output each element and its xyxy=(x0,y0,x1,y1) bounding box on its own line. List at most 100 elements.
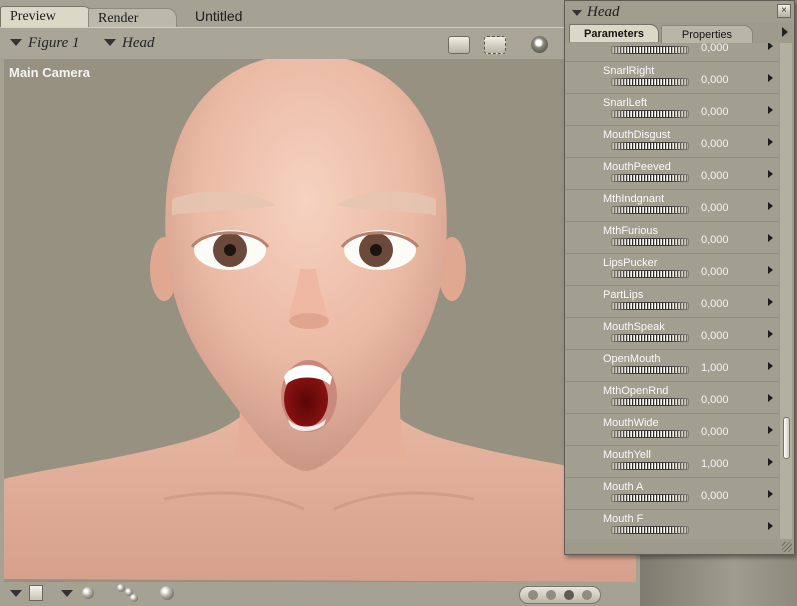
parameter-menu-arrow-icon[interactable] xyxy=(768,234,773,242)
parameter-menu-arrow-icon[interactable] xyxy=(768,426,773,434)
parameter-value[interactable]: 0,000 xyxy=(701,426,729,438)
dot-icon[interactable] xyxy=(546,590,556,600)
parameter-menu-arrow-icon[interactable] xyxy=(768,330,773,338)
resize-handle[interactable] xyxy=(782,542,792,552)
parameter-name: MthFurious xyxy=(603,225,659,237)
dot-icon[interactable] xyxy=(564,590,574,600)
parameter-value[interactable]: 1,000 xyxy=(701,458,729,470)
parameter-menu-arrow-icon[interactable] xyxy=(768,74,773,82)
triangle-down-icon[interactable] xyxy=(61,590,73,597)
panel-menu-arrow-icon[interactable] xyxy=(782,27,788,37)
parameter-dial[interactable] xyxy=(611,174,689,182)
parameter-name: MouthPeeved xyxy=(603,161,671,173)
scroll-thumb[interactable] xyxy=(783,417,790,459)
sphere-icon[interactable] xyxy=(82,587,94,599)
panel-title: Head xyxy=(587,4,620,20)
parameter-value[interactable]: 1,000 xyxy=(701,362,729,374)
parameter-dial[interactable] xyxy=(611,110,689,118)
parameter-value[interactable]: 0,000 xyxy=(701,266,729,278)
spheres-icon[interactable] xyxy=(117,584,139,602)
parameter-menu-arrow-icon[interactable] xyxy=(768,362,773,370)
parameter-dial[interactable] xyxy=(611,206,689,214)
parameter-menu-arrow-icon[interactable] xyxy=(768,170,773,178)
parameter-dial[interactable] xyxy=(611,494,689,502)
parameter-value[interactable]: 0,000 xyxy=(701,394,729,406)
parameter-dial[interactable] xyxy=(611,334,689,342)
parameter-name: MthIndgnant xyxy=(603,193,665,205)
parameter-value[interactable]: 0,000 xyxy=(701,43,729,54)
parameter-menu-arrow-icon[interactable] xyxy=(768,138,773,146)
parameter-value[interactable]: 0,000 xyxy=(701,202,729,214)
parameter-row: 0,000 xyxy=(565,43,779,62)
parameter-row: MthIndgnant 0,000 xyxy=(565,189,779,222)
parameter-dial[interactable] xyxy=(611,398,689,406)
parameter-menu-arrow-icon[interactable] xyxy=(768,202,773,210)
parameter-value[interactable]: 0,000 xyxy=(701,298,729,310)
parameter-value[interactable]: 0,000 xyxy=(701,234,729,246)
scrollbar[interactable] xyxy=(780,43,792,539)
parameter-menu-arrow-icon[interactable] xyxy=(768,106,773,114)
parameter-menu-arrow-icon[interactable] xyxy=(768,394,773,402)
parameter-name: Mouth F xyxy=(603,513,644,525)
document-icon[interactable] xyxy=(29,585,43,601)
panel-title-bar[interactable]: Head × xyxy=(565,1,794,23)
camera-icon[interactable] xyxy=(448,36,470,54)
parameter-row: MouthYell 1,000 xyxy=(565,445,779,478)
parameter-dial[interactable] xyxy=(611,302,689,310)
parameter-value[interactable]: 0,000 xyxy=(701,490,729,502)
document-title: Untitled xyxy=(195,8,243,24)
head-render xyxy=(4,59,636,582)
parameter-value[interactable]: 0,000 xyxy=(701,106,729,118)
parameter-menu-arrow-icon[interactable] xyxy=(768,522,773,530)
dot-icon[interactable] xyxy=(582,590,592,600)
lit-sphere-icon[interactable] xyxy=(160,586,174,600)
parameter-dial[interactable] xyxy=(611,526,689,534)
parameter-value[interactable]: 0,000 xyxy=(701,330,729,342)
parameter-dial[interactable] xyxy=(611,366,689,374)
parameter-dial[interactable] xyxy=(611,430,689,438)
body-part-selector-label: Head xyxy=(122,35,155,51)
parameter-name: MouthDisgust xyxy=(603,129,671,141)
parameter-value[interactable]: 0,000 xyxy=(701,170,729,182)
parameter-menu-arrow-icon[interactable] xyxy=(768,490,773,498)
parameter-dial[interactable] xyxy=(611,78,689,86)
parameter-dial[interactable] xyxy=(611,270,689,278)
parameter-dial[interactable] xyxy=(611,462,689,470)
panel-tabs: Parameters Properties xyxy=(565,24,794,43)
parameter-row: OpenMouth 1,000 xyxy=(565,349,779,382)
parameter-value[interactable]: 0,000 xyxy=(701,74,729,86)
tab-preview[interactable]: Preview xyxy=(0,6,93,27)
eye-icon[interactable] xyxy=(531,36,548,53)
tab-render[interactable]: Render xyxy=(88,8,177,29)
figure-selector[interactable]: Figure 1 xyxy=(10,35,80,52)
parameter-menu-arrow-icon[interactable] xyxy=(768,458,773,466)
parameter-name: Mouth A xyxy=(603,481,644,493)
parameter-menu-arrow-icon[interactable] xyxy=(768,298,773,306)
figure-selector-label: Figure 1 xyxy=(28,35,80,51)
document-tab-bar: Preview Render Untitled xyxy=(0,0,640,29)
parameter-name: OpenMouth xyxy=(603,353,661,365)
close-icon[interactable]: × xyxy=(777,4,791,18)
dot-icon[interactable] xyxy=(528,590,538,600)
parameter-row: MouthDisgust 0,000 xyxy=(565,125,779,158)
3d-viewport[interactable]: Main Camera xyxy=(4,59,636,582)
parameter-name: MouthSpeak xyxy=(603,321,665,333)
parameter-value[interactable]: 0,000 xyxy=(701,138,729,150)
body-part-selector[interactable]: Head xyxy=(104,35,155,52)
parameter-menu-arrow-icon[interactable] xyxy=(768,43,773,50)
parameter-menu-arrow-icon[interactable] xyxy=(768,266,773,274)
camera-dashed-icon[interactable] xyxy=(484,36,506,54)
parameter-dial[interactable] xyxy=(611,238,689,246)
tab-properties[interactable]: Properties xyxy=(661,25,753,43)
parameter-list: 0,000 SnarlRight 0,000 SnarlLeft 0,000 MouthD… xyxy=(565,43,779,539)
display-dots-control[interactable] xyxy=(519,586,601,604)
parameter-name: MthOpenRnd xyxy=(603,385,669,397)
tab-parameters[interactable]: Parameters xyxy=(569,24,659,42)
triangle-down-icon[interactable] xyxy=(572,10,582,16)
parameter-row: MouthWide 0,000 xyxy=(565,413,779,446)
parameter-row: SnarlLeft 0,000 xyxy=(565,93,779,126)
parameter-dial[interactable] xyxy=(611,142,689,150)
triangle-down-icon[interactable] xyxy=(10,590,22,597)
parameter-name: SnarlLeft xyxy=(603,97,648,109)
parameter-dial[interactable] xyxy=(611,46,689,54)
